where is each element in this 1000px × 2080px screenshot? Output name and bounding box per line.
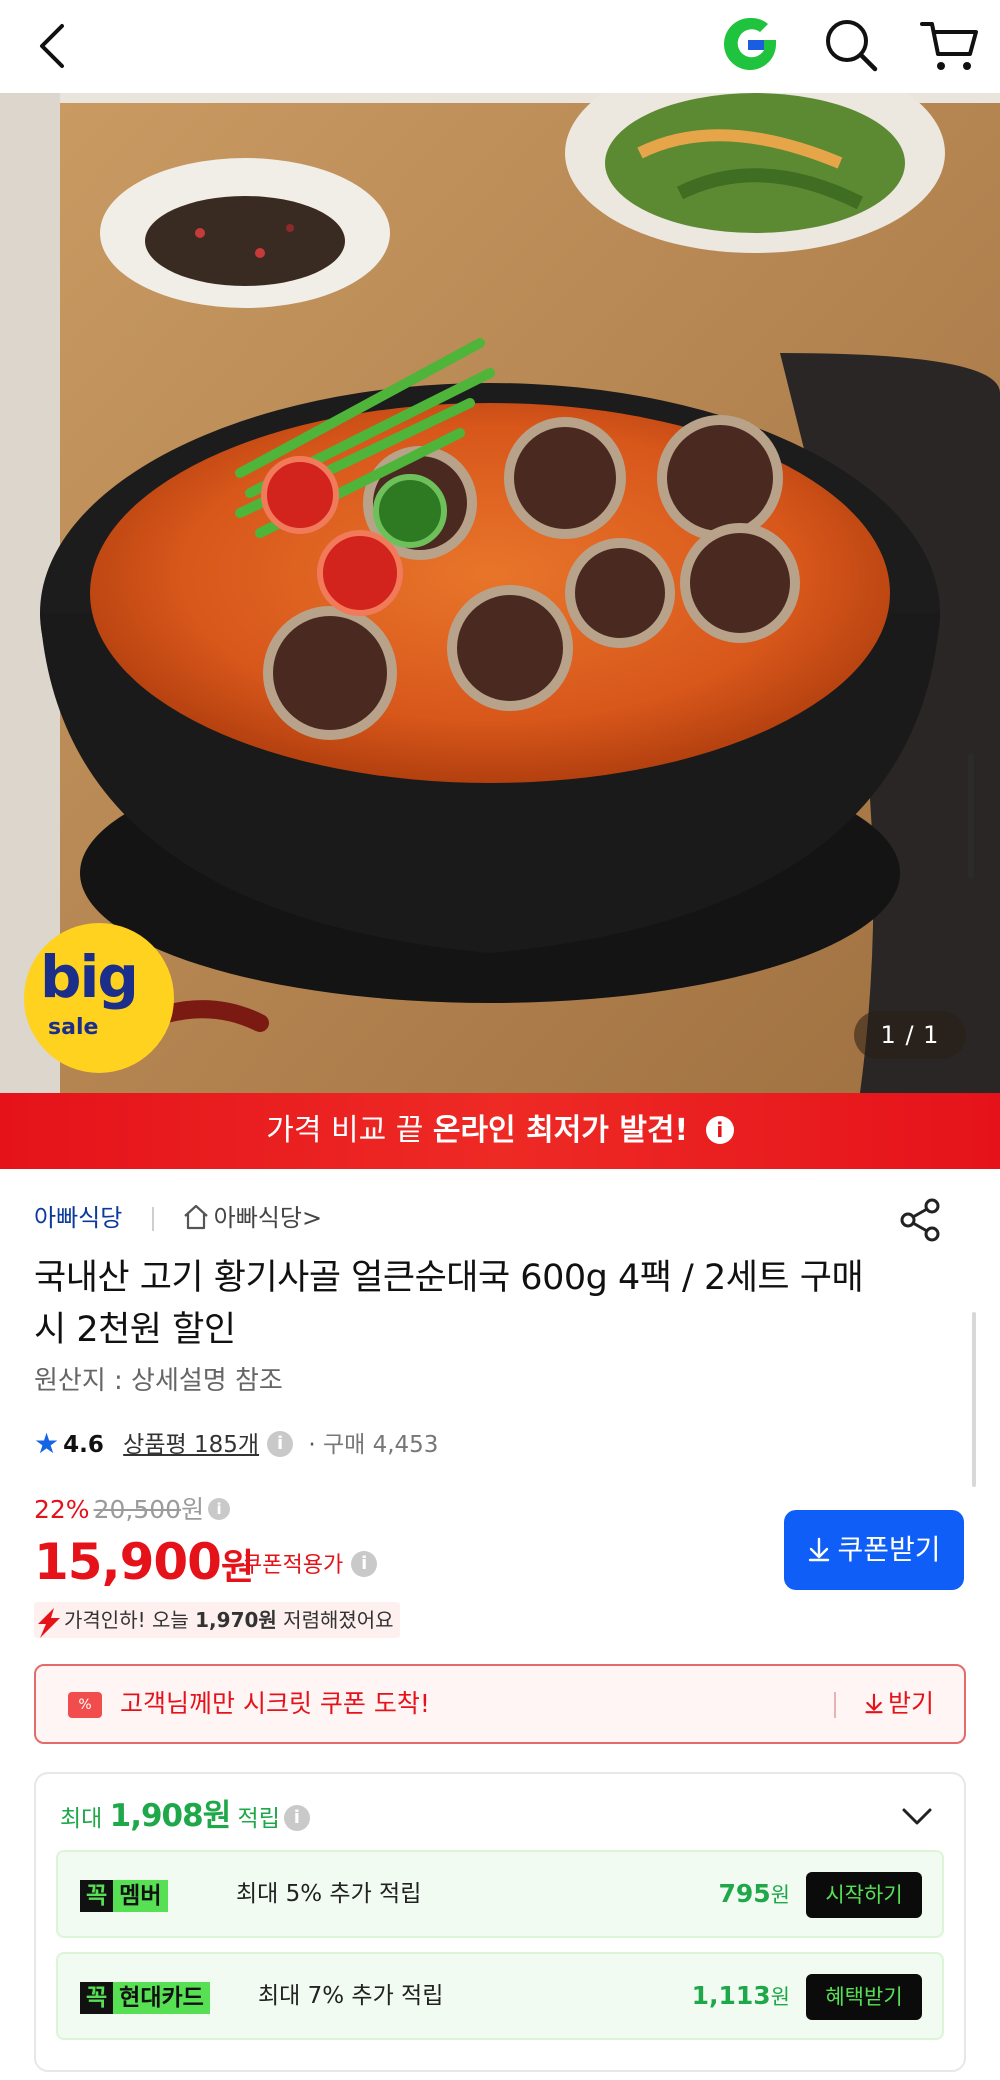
search-icon[interactable]: [820, 14, 882, 76]
home-icon: [183, 1204, 208, 1230]
info-icon[interactable]: i: [208, 1498, 231, 1520]
price-drop-prefix: 가격인하! 오늘: [64, 1608, 196, 1632]
banner-prefix: 가격 비교 끝: [266, 1113, 433, 1148]
receive-coupon-label: 받기: [887, 1689, 934, 1718]
reward-description: 최대 7% 추가 적립: [258, 1983, 444, 2009]
product-title: 국내산 고기 황기사골 얼큰순대국 600g 4팩 / 2세트 구매 시 2천원…: [34, 1258, 864, 1350]
reward-amount-unit: 원: [770, 1985, 790, 2009]
reward-amount: 1,113원: [692, 1954, 790, 2039]
final-price-value: 15,900: [34, 1533, 222, 1591]
top-app-bar: [0, 0, 1000, 93]
chevron-down-icon[interactable]: [900, 1804, 934, 1828]
reward-amount-value: 795: [718, 1879, 771, 1908]
hyundai-card-reward-row[interactable]: 꼭 현대카드 최대 7% 추가 적립 1,113원 혜택받기: [56, 1952, 944, 2040]
logo-mark: 꼭: [80, 1982, 114, 2014]
get-benefit-button[interactable]: 혜택받기: [806, 1974, 922, 2020]
original-price: 20,500: [93, 1495, 182, 1524]
rewards-card: 최대 1,908원 적립 i 꼭 멤버 최대 5% 추가 적립 795원 시작하기 …: [34, 1772, 966, 2072]
dot-separator: ·: [308, 1432, 316, 1458]
secret-coupon-bar[interactable]: % 고객님께만 시크릿 쿠폰 도착! 받기: [34, 1664, 966, 1744]
g-logo-icon[interactable]: [718, 12, 782, 76]
banner-emphasis: 온라인 최저가 발견!: [432, 1113, 689, 1148]
coupon-price-note: 쿠폰적용가 i: [242, 1548, 385, 1584]
chevron-right-icon: >: [301, 1204, 323, 1232]
get-coupon-button[interactable]: 쿠폰받기: [784, 1510, 964, 1590]
reward-amount-value: 1,113: [691, 1981, 771, 2010]
max-reward-suffix: 적립: [230, 1806, 280, 1832]
price-drop-note: 가격인하! 오늘 1,970원 저렴해졌어요: [34, 1602, 400, 1638]
price-drop-suffix: 저렴해졌어요: [276, 1608, 394, 1632]
receive-coupon-button[interactable]: 받기: [864, 1666, 934, 1742]
get-coupon-label: 쿠폰받기: [837, 1533, 941, 1566]
discount-percent: 22%: [34, 1495, 90, 1524]
max-reward-amount: 1,908원: [109, 1798, 232, 1834]
seller-row: 아빠식당 아빠식당>: [34, 1196, 964, 1242]
big-sale-badge-big: big: [40, 943, 139, 1011]
reward-description: 최대 5% 추가 적립: [236, 1881, 422, 1907]
logo-mark: 꼭: [80, 1880, 114, 1912]
logo-name: 멤버: [113, 1880, 168, 1912]
reward-amount-unit: 원: [770, 1883, 790, 1907]
seller-divider: [151, 1207, 154, 1231]
download-arrow-icon: [809, 1537, 830, 1562]
price-drop-amount: 1,970원: [195, 1608, 277, 1632]
download-arrow-icon: [865, 1693, 883, 1714]
info-icon[interactable]: i: [267, 1430, 294, 1457]
rating-row: ★ 4.6 상품평 185개 i · 구매 4,453: [34, 1425, 438, 1465]
membership-reward-row[interactable]: 꼭 멤버 최대 5% 추가 적립 795원 시작하기: [56, 1850, 944, 1938]
store-home-link[interactable]: 아빠식당>: [182, 1204, 322, 1232]
lowest-price-banner[interactable]: 가격 비교 끝 온라인 최저가 발견! i: [0, 1093, 1000, 1169]
info-icon[interactable]: i: [705, 1115, 734, 1144]
star-icon: ★: [34, 1426, 60, 1460]
hyundai-card-logo: 꼭 현대카드: [80, 1982, 210, 2014]
chevron-left-icon[interactable]: [28, 16, 88, 76]
store-link-label: 아빠식당: [213, 1204, 302, 1232]
big-sale-badge-sale: sale: [48, 1015, 99, 1040]
price-down-icon: [38, 1608, 60, 1638]
image-scroll-indicator: [968, 753, 974, 878]
coupon-tag-icon: %: [68, 1692, 102, 1718]
secret-coupon-divider: [834, 1692, 836, 1718]
product-image-carousel[interactable]: big sale 1 / 1: [0, 93, 1000, 1093]
page-scrollbar[interactable]: [972, 1312, 976, 1487]
reviews-link[interactable]: 상품평 185개: [123, 1432, 259, 1458]
rating-score: 4.6: [63, 1432, 104, 1458]
max-reward-heading: 최대 1,908원 적립 i: [60, 1796, 318, 1839]
product-origin: 원산지 : 상세설명 참조: [34, 1366, 283, 1396]
original-price-unit: 원: [181, 1495, 205, 1524]
logo-name: 현대카드: [113, 1982, 210, 2014]
membership-logo: 꼭 멤버: [80, 1880, 168, 1912]
info-icon[interactable]: i: [283, 1804, 310, 1831]
price-block: 22% 20,500원 i 15,900원 쿠폰적용가 i 쿠폰받기 가격인하! 오늘…: [34, 1492, 964, 1652]
share-icon[interactable]: [898, 1198, 942, 1242]
max-reward-prefix: 최대: [60, 1806, 110, 1832]
seller-name-link[interactable]: 아빠식당: [34, 1204, 122, 1232]
big-sale-badge: big sale: [24, 923, 174, 1073]
cart-icon[interactable]: [918, 14, 982, 78]
secret-coupon-text: 고객님께만 시크릿 쿠폰 도착!: [120, 1689, 430, 1718]
reward-amount: 795원: [718, 1852, 790, 1937]
info-icon[interactable]: i: [351, 1551, 378, 1577]
coupon-price-label: 쿠폰적용가: [242, 1553, 344, 1578]
purchase-count: 구매 4,453: [322, 1432, 439, 1458]
final-price: 15,900원: [34, 1532, 254, 1598]
discount-line: 22% 20,500원 i: [34, 1492, 238, 1528]
image-counter: 1 / 1: [854, 1011, 966, 1059]
start-membership-button[interactable]: 시작하기: [806, 1872, 922, 1918]
